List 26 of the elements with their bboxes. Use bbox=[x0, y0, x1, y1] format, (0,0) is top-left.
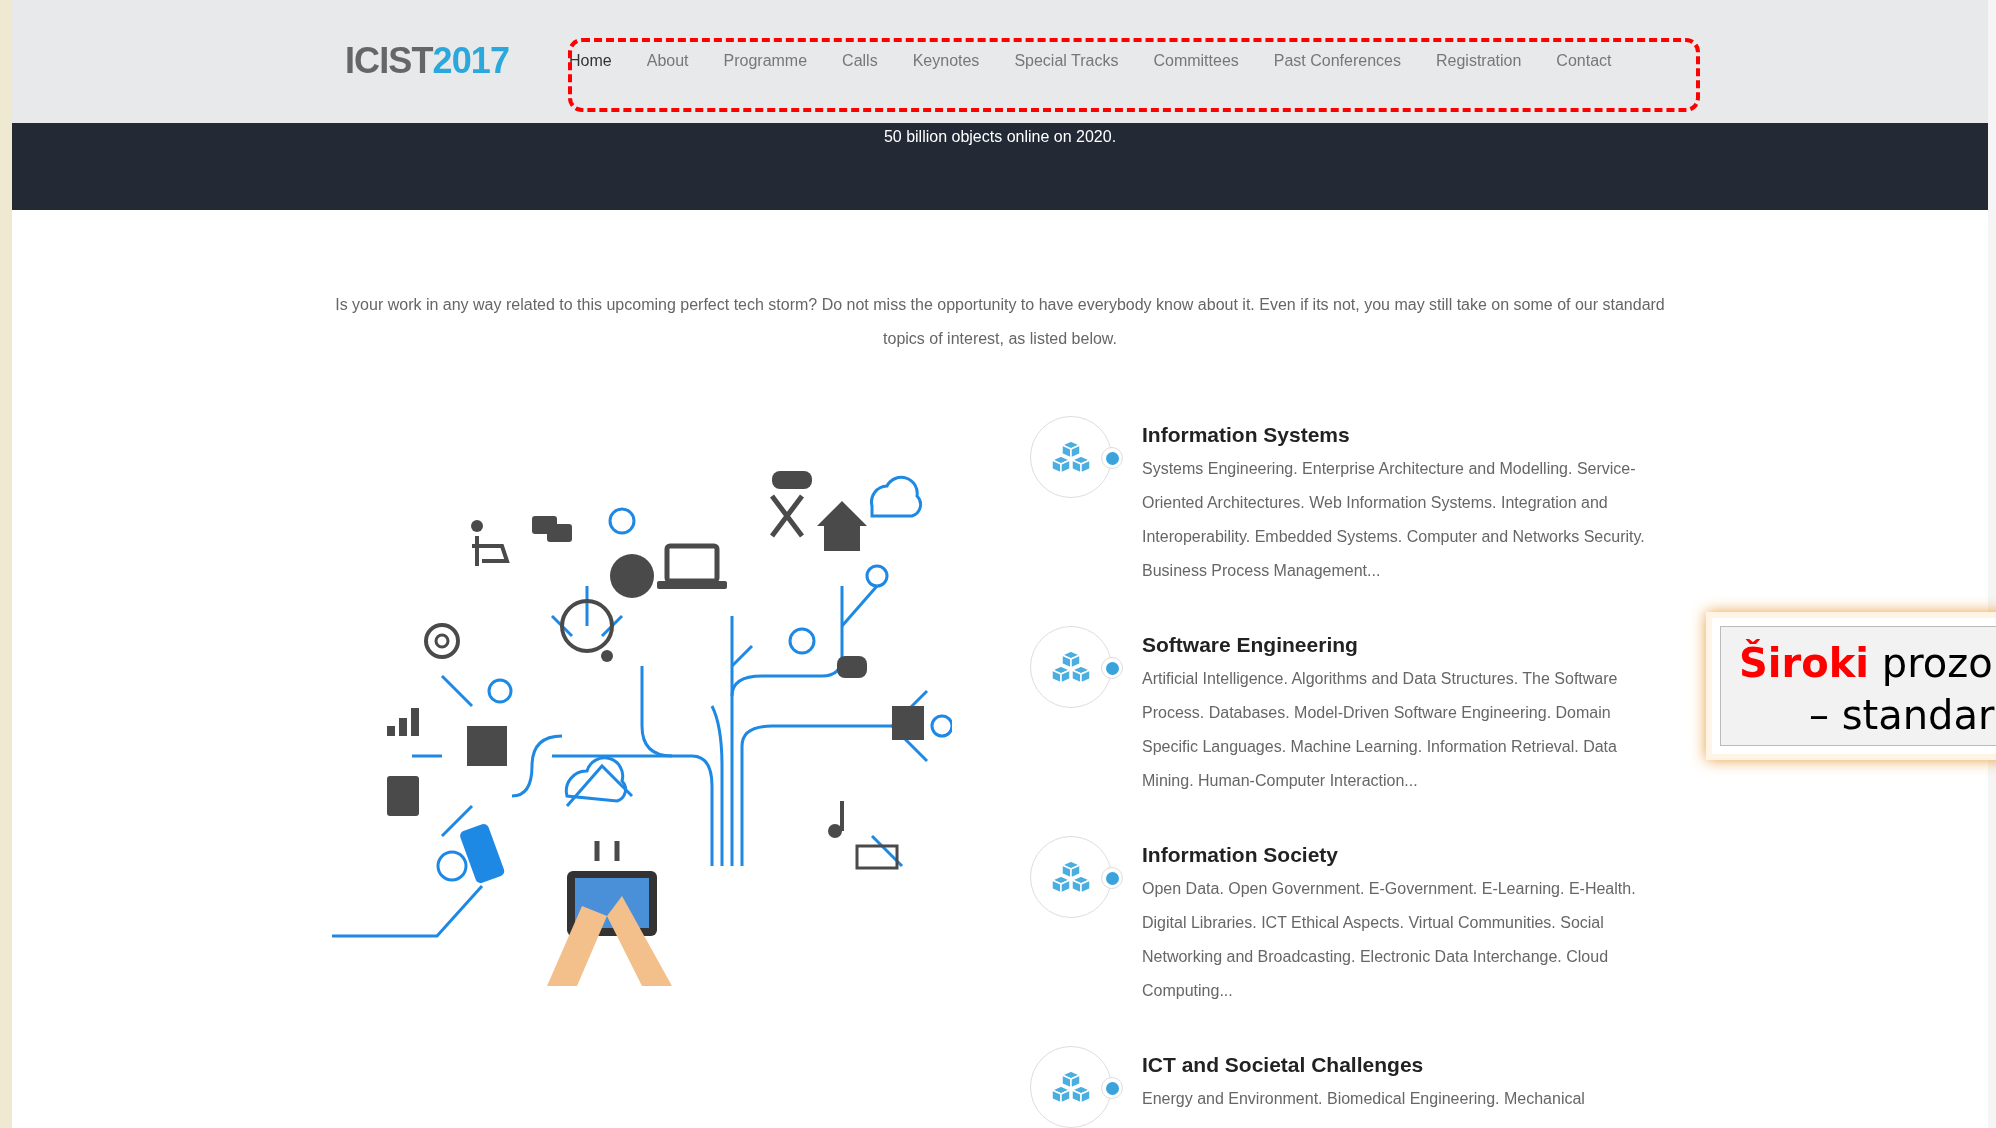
nav-link[interactable]: Contact bbox=[1556, 49, 1612, 74]
banner-text: 50 billion objects online on 2020. bbox=[883, 126, 1117, 147]
nav-link[interactable]: Keynotes bbox=[912, 49, 980, 74]
topic-title: Information Society bbox=[1142, 842, 1340, 868]
nav-link[interactable]: Committees bbox=[1153, 49, 1239, 74]
nav-link[interactable]: About bbox=[646, 49, 689, 74]
intro-paragraph: Is your work in any way related to this upcoming perfect tech storm? Do not miss the opportunity to have everybody know about it. Even if its not, you may still take on some of our standard topics of interest, as listed below. bbox=[335, 295, 1665, 349]
nav-link[interactable]: Past Conferences bbox=[1273, 49, 1401, 74]
nav-link[interactable]: Programme bbox=[723, 49, 808, 74]
topic-description: Artificial Intelligence. Algorithms and Data Structures. The Software Process. Databases. Model-Driven Software Engineering. Domain Specific Languages. Machine Learning. Information Retrieval. Data Mining. Human-Computer Interaction... bbox=[1142, 669, 1619, 791]
topic-description: Energy and Environment. Biomedical Engineering. Mechanical bbox=[1142, 1089, 1586, 1109]
cubes-icon bbox=[1051, 650, 1091, 684]
site-logo[interactable]: ICIST2017 bbox=[345, 43, 509, 80]
topic-title: Software Engineering bbox=[1142, 632, 1359, 658]
callout-text: – standar bbox=[1808, 691, 1996, 740]
topic-title: Information Systems bbox=[1142, 422, 1351, 448]
topic-description: Open Data. Open Government. E-Government. E-Learning. E-Health. Digital Libraries. ICT Ethical Aspects. Virtual Communities. Social Networking and Broadcasting. Electronic Data Interchange. Cloud Computing... bbox=[1142, 879, 1637, 1001]
nav-link[interactable]: Calls bbox=[842, 49, 878, 74]
topic-title: ICT and Societal Challenges bbox=[1142, 1052, 1425, 1078]
topic-description: Systems Engineering. Enterprise Architecture and Modelling. Service-Oriented Architectures. Web Information Systems. Integration and Interoperability. Embedded Systems. Computer and Networks Security. Business Process Management... bbox=[1142, 459, 1646, 581]
callout-text: Široki prozo bbox=[1739, 638, 1994, 688]
nav-link[interactable]: Registration bbox=[1435, 49, 1522, 74]
cubes-icon bbox=[1051, 440, 1091, 474]
cubes-icon bbox=[1051, 1070, 1091, 1104]
cubes-icon bbox=[1051, 860, 1091, 894]
nav-link[interactable]: Special Tracks bbox=[1014, 49, 1119, 74]
